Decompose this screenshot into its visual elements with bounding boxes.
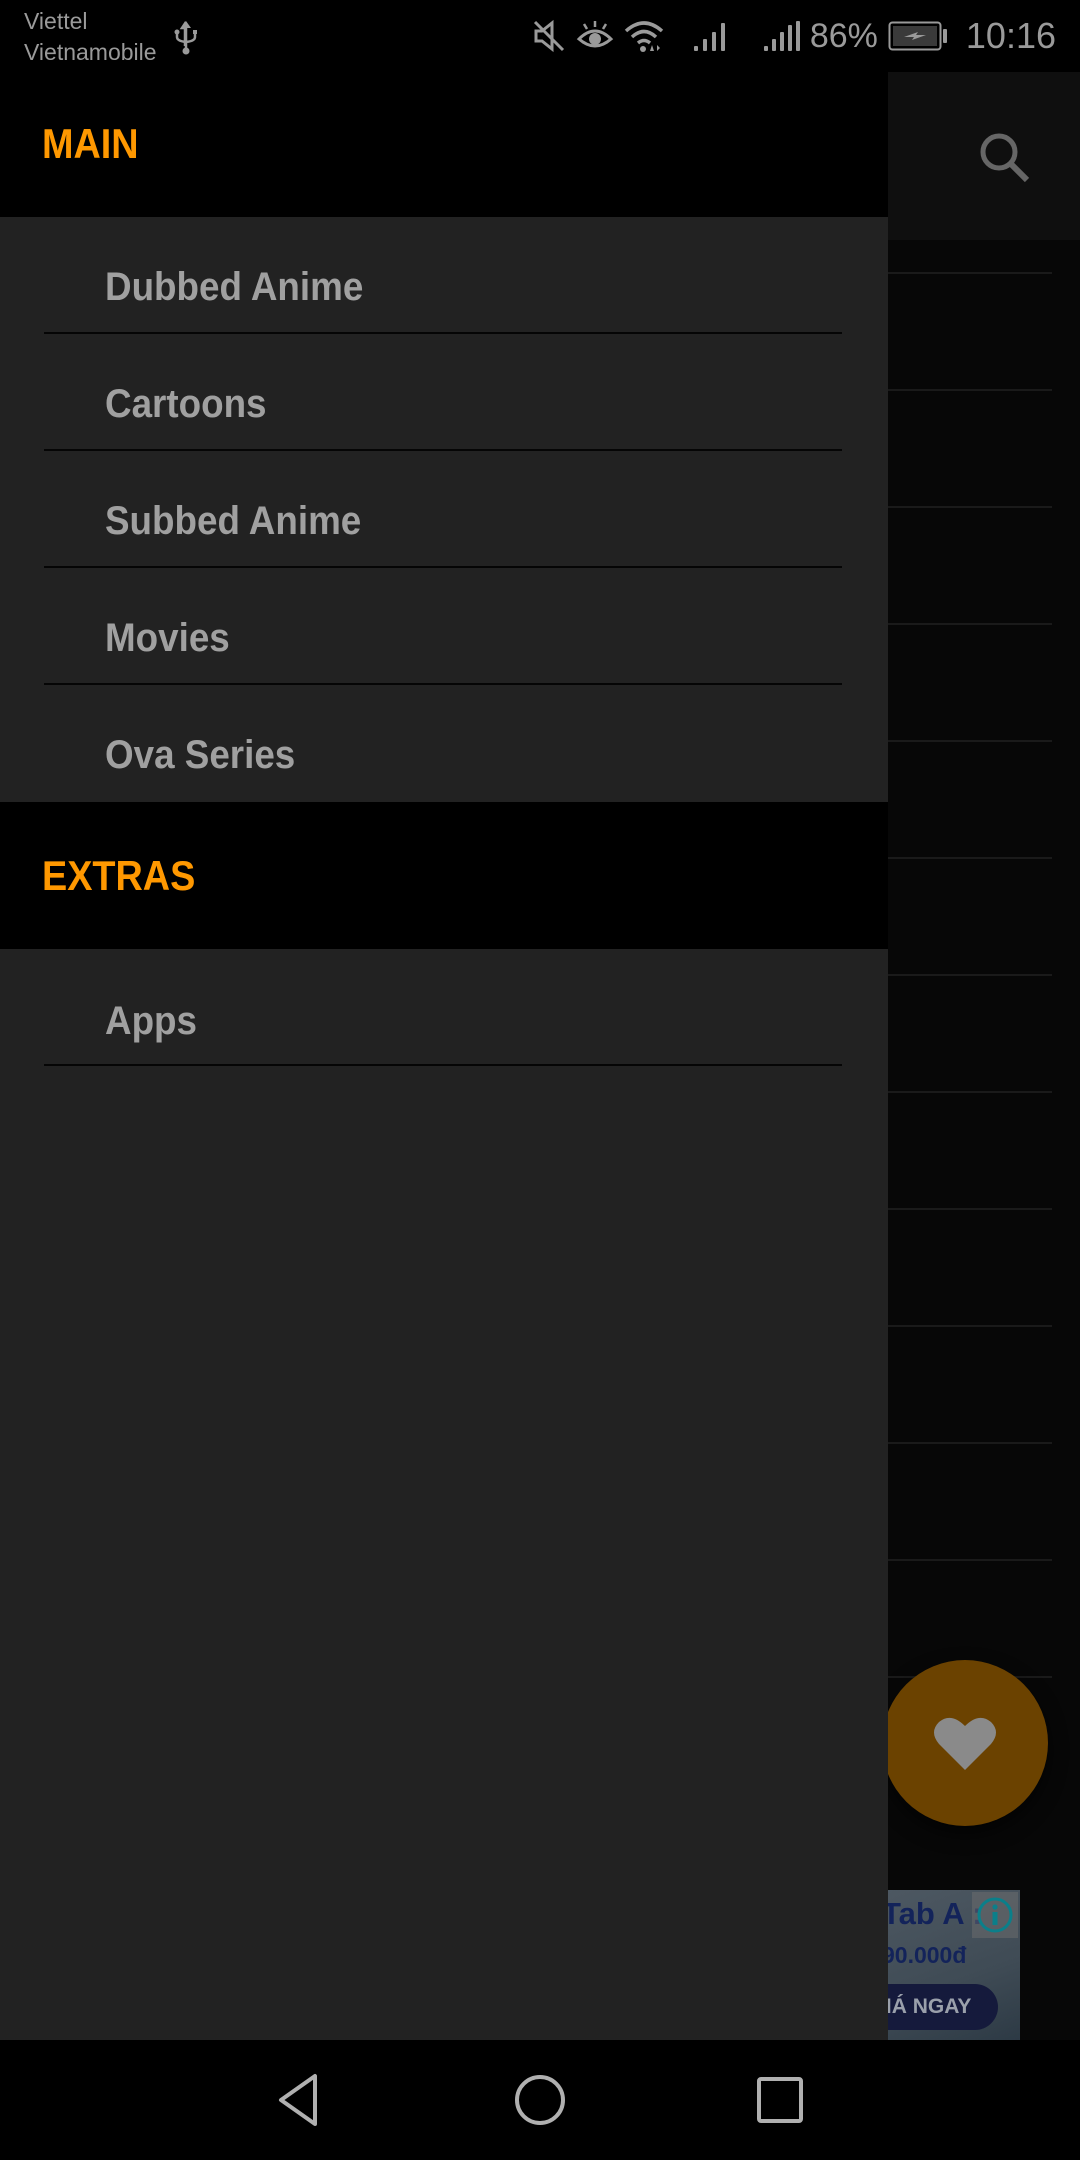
menu-item-label: Subbed Anime [105, 499, 362, 543]
menu-item-label: Ova Series [105, 733, 296, 777]
menu-item-label: Dubbed Anime [105, 265, 364, 309]
list-divider [888, 272, 1052, 274]
status-bar: Viettel Vietnamobile 86% 10:16 [0, 0, 1080, 72]
ad-banner[interactable]: Tab A : 90.000đ HÁ NGAY [880, 1890, 1020, 2040]
system-nav-bar [0, 2040, 1080, 2160]
menu-divider [44, 449, 842, 451]
section-header-main: MAIN [0, 72, 888, 217]
menu-item-label: Cartoons [105, 382, 267, 426]
signal-sim2-icon [763, 21, 800, 51]
carrier-names: Viettel Vietnamobile [24, 6, 157, 68]
section-title-extras: EXTRAS [42, 852, 196, 899]
list-divider [888, 623, 1052, 625]
clock: 10:16 [965, 15, 1056, 56]
ad-title: Tab A : [882, 1896, 983, 1931]
mute-icon [533, 19, 564, 53]
list-divider [888, 1559, 1052, 1561]
list-divider [888, 1325, 1052, 1327]
home-button[interactable] [504, 2064, 576, 2136]
back-button[interactable] [264, 2064, 336, 2136]
menu-item-dubbed-anime[interactable]: Dubbed Anime [0, 231, 888, 348]
menu-item-label: Apps [105, 999, 197, 1043]
menu-divider [44, 1064, 842, 1066]
menu-item-subbed-anime[interactable]: Subbed Anime [0, 465, 888, 582]
carrier-2: Vietnamobile [24, 39, 157, 65]
menu-item-cartoons[interactable]: Cartoons [0, 348, 888, 465]
menu-divider [44, 683, 842, 685]
search-icon[interactable] [975, 128, 1035, 188]
carrier-1: Viettel [24, 8, 88, 34]
list-divider [888, 740, 1052, 742]
list-divider [888, 974, 1052, 976]
heart-icon [934, 1717, 996, 1770]
menu-divider [44, 332, 842, 334]
home-icon [515, 2075, 565, 2125]
section-header-extras: EXTRAS [0, 802, 888, 949]
menu-item-label: Movies [105, 616, 230, 660]
back-icon [279, 2074, 317, 2126]
favorites-fab[interactable] [882, 1660, 1048, 1826]
status-icons: 86% 10:16 [532, 12, 1056, 60]
recents-button[interactable] [744, 2064, 816, 2136]
list-divider [888, 389, 1052, 391]
signal-sim1-icon [693, 23, 725, 51]
menu-item-movies[interactable]: Movies [0, 582, 888, 699]
battery-charging-icon [888, 21, 947, 51]
usb-icon [174, 21, 197, 55]
ad-price: 90.000đ [882, 1942, 967, 1968]
section-title-main: MAIN [42, 120, 139, 167]
list-divider [888, 1208, 1052, 1210]
info-icon[interactable] [972, 1892, 1018, 1938]
menu-item-ova-series[interactable]: Ova Series [0, 699, 888, 816]
wifi-icon [624, 21, 664, 52]
list-divider [888, 1442, 1052, 1444]
list-divider [888, 857, 1052, 859]
battery-percent: 86% [809, 16, 878, 55]
navigation-drawer: MAIN Dubbed Anime Cartoons Subbed Anime … [0, 72, 888, 2040]
list-divider [888, 506, 1052, 508]
recents-icon [757, 2077, 803, 2123]
ad-cta-button[interactable]: HÁ NGAY [880, 1984, 998, 2030]
list-divider [888, 1091, 1052, 1093]
menu-divider [44, 566, 842, 568]
eye-comfort-icon [576, 21, 614, 48]
